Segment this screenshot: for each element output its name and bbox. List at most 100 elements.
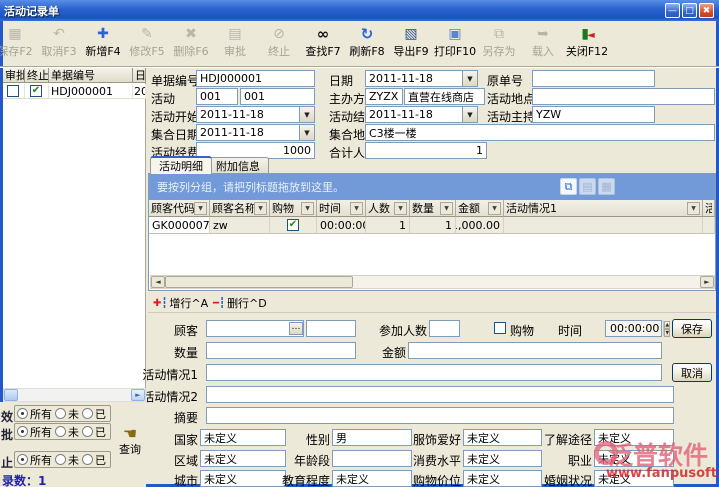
delete-row-button[interactable]: ━┇ 删行^D: [213, 294, 267, 311]
grid-col-situation1[interactable]: 活动情况1▼: [504, 200, 703, 217]
cancel-row-button[interactable]: 取消: [672, 363, 712, 382]
save-row-button[interactable]: 保存: [672, 319, 712, 338]
time-spinner[interactable]: 00:00:00 ▲▼: [605, 320, 662, 337]
participants-input[interactable]: [429, 320, 460, 337]
radio-not[interactable]: 未: [55, 406, 79, 422]
customer-lookup-button[interactable]: …: [289, 322, 303, 335]
activity-name-input[interactable]: [240, 88, 315, 105]
start-combo[interactable]: 2011-11-18 ▼: [196, 106, 315, 123]
marital-status-input[interactable]: [594, 470, 674, 487]
radio-done[interactable]: 已: [82, 452, 106, 468]
grid-hscroll-thumb[interactable]: [165, 276, 353, 288]
list-col-date[interactable]: 日期: [133, 68, 146, 83]
location-input[interactable]: [532, 88, 715, 105]
filter-dropdown-icon[interactable]: ▼: [394, 202, 407, 215]
terminate-checkbox[interactable]: [30, 85, 42, 97]
chevron-down-icon[interactable]: ▼: [462, 71, 477, 86]
filter-dropdown-icon[interactable]: ▼: [687, 202, 700, 215]
filter-dropdown-icon[interactable]: ▼: [301, 202, 314, 215]
grid-col-qty[interactable]: 数量▼: [410, 200, 456, 217]
filter-dropdown-icon[interactable]: ▼: [350, 202, 363, 215]
list-hscroll-right-arrow[interactable]: ►: [131, 389, 145, 401]
grid-cell-people[interactable]: 1: [366, 217, 410, 234]
maximize-button[interactable]: □: [682, 3, 697, 18]
radio-all[interactable]: 所有: [17, 406, 52, 422]
chevron-down-icon[interactable]: ▼: [299, 107, 314, 122]
organizer-name-input[interactable]: [404, 88, 485, 105]
minimize-button[interactable]: —: [665, 3, 680, 18]
grid-cell-customer-code[interactable]: GK000007: [149, 217, 210, 234]
assembly-place-input[interactable]: [365, 124, 715, 141]
filter-dropdown-icon[interactable]: ▼: [254, 202, 267, 215]
customer-name-input[interactable]: [306, 320, 356, 337]
spin-up-icon[interactable]: ▲: [664, 321, 670, 329]
add-row-button[interactable]: ✚┇ 增行^A: [153, 294, 208, 311]
situation2-input[interactable]: [206, 386, 674, 403]
filter-dropdown-icon[interactable]: ▼: [488, 202, 501, 215]
approve-checkbox[interactable]: [7, 85, 19, 97]
list-hscrollbar[interactable]: ►: [3, 388, 146, 402]
organizer-code-input[interactable]: [365, 88, 403, 105]
copy-icon[interactable]: ⧉: [560, 178, 577, 195]
grid-cell-qty[interactable]: 1: [410, 217, 456, 234]
host-input[interactable]: [532, 106, 655, 123]
toolbar-refresh-button[interactable]: ↻ 刷新F8: [345, 23, 389, 59]
list-row-terminate-cell[interactable]: [25, 84, 49, 99]
close-button[interactable]: ✖: [699, 3, 714, 18]
radio-all[interactable]: 所有: [17, 452, 52, 468]
grid-hscroll-right-arrow[interactable]: ►: [700, 276, 714, 288]
situation1-input[interactable]: [206, 364, 662, 381]
grid-cell-amount[interactable]: 1,000.00: [456, 217, 504, 234]
date-combo[interactable]: 2011-11-18 ▼: [365, 70, 478, 87]
chevron-down-icon[interactable]: ▼: [462, 107, 477, 122]
grid-col-amount[interactable]: 金额▼: [456, 200, 504, 217]
grid-col-people[interactable]: 人数▼: [366, 200, 410, 217]
filter-dropdown-icon[interactable]: ▼: [194, 202, 207, 215]
list-col-docno[interactable]: 单据编号: [49, 68, 133, 83]
end-combo[interactable]: 2011-11-18 ▼: [365, 106, 478, 123]
doc-no-input[interactable]: [196, 70, 315, 87]
list-col-approve[interactable]: 审批: [3, 68, 25, 83]
grid-cell-shopping[interactable]: [270, 217, 317, 234]
grid-col-customer-name[interactable]: 顾客名称▼: [210, 200, 270, 217]
tab-extra-info[interactable]: 附加信息: [207, 157, 269, 174]
spin-down-icon[interactable]: ▼: [664, 329, 670, 337]
grid-cell-situation1[interactable]: [504, 217, 703, 234]
grid-col-customer-code[interactable]: 顾客代码▼: [149, 200, 210, 217]
tab-activity-detail[interactable]: 活动明细: [150, 156, 212, 174]
shopping-checkbox[interactable]: [287, 219, 299, 231]
entry-amount-input[interactable]: [408, 342, 662, 359]
total-people-input[interactable]: [365, 142, 487, 159]
list-row-date-cell[interactable]: 2011-11-18: [133, 84, 146, 99]
toolbar-find-button[interactable]: ∞ 查找F7: [301, 23, 345, 59]
orig-no-input[interactable]: [532, 70, 655, 87]
list-row-approve-cell[interactable]: [3, 84, 25, 99]
grid-hscrollbar[interactable]: ◄ ►: [150, 275, 715, 289]
radio-not[interactable]: 未: [55, 424, 79, 440]
filter-dropdown-icon[interactable]: ▼: [440, 202, 453, 215]
radio-done[interactable]: 已: [82, 424, 106, 440]
toolbar-print-button[interactable]: ▣ 打印F10: [433, 23, 477, 59]
chevron-down-icon[interactable]: ▼: [299, 125, 314, 140]
grid-hscroll-left-arrow[interactable]: ◄: [151, 276, 165, 288]
radio-done[interactable]: 已: [82, 406, 106, 422]
toolbar-export-button[interactable]: ▧ 导出F9: [389, 23, 433, 59]
grid-cell-customer-name[interactable]: zw: [210, 217, 270, 234]
list-row-docno-cell[interactable]: HDJ000001: [49, 84, 133, 99]
list-hscroll-thumb[interactable]: [4, 389, 18, 401]
grid-col-situation2[interactable]: 活动情况2: [703, 200, 715, 217]
channel-input[interactable]: [594, 429, 674, 446]
occupation-input[interactable]: [594, 450, 674, 467]
assembly-date-combo[interactable]: 2011-11-18 ▼: [196, 124, 315, 141]
grid-cell-situation2[interactable]: [703, 217, 715, 234]
grid-col-shopping[interactable]: 购物▼: [270, 200, 317, 217]
radio-not[interactable]: 未: [55, 452, 79, 468]
toolbar-close-button[interactable]: ▮◄ 关闭F12: [565, 23, 609, 59]
activity-code-input[interactable]: [196, 88, 238, 105]
entry-qty-input[interactable]: [206, 342, 356, 359]
list-col-terminate[interactable]: 终止: [25, 68, 49, 83]
summary-input[interactable]: [206, 407, 674, 424]
toolbar-new-button[interactable]: ✚ 新增F4: [81, 23, 125, 59]
radio-all[interactable]: 所有: [17, 424, 52, 440]
grid-col-time[interactable]: 时间▼: [317, 200, 366, 217]
